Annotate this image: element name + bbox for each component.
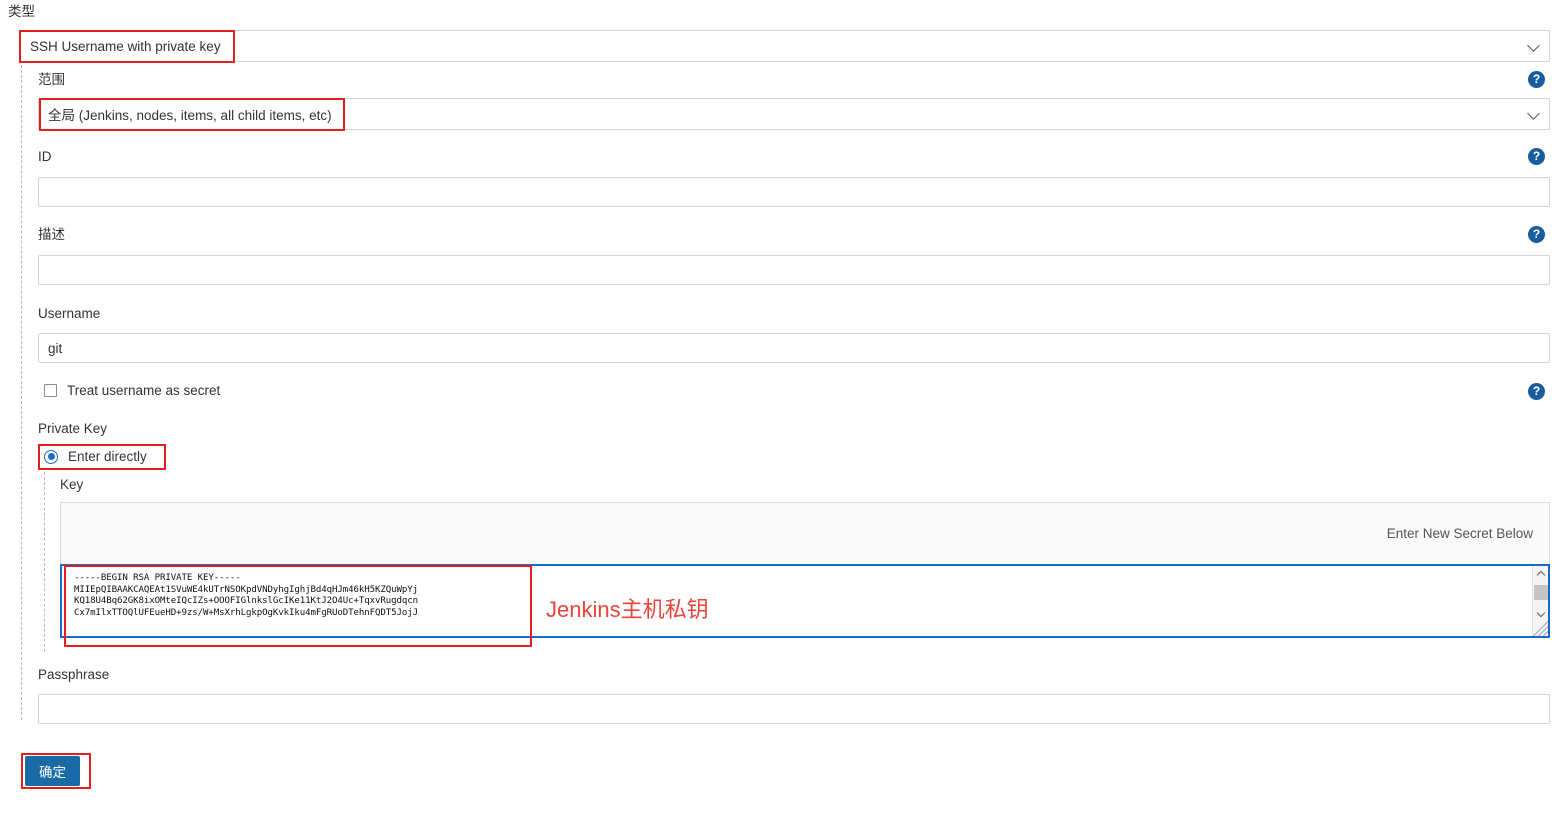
username-label: Username	[38, 306, 101, 321]
key-label: Key	[60, 477, 84, 492]
scope-value-primary: 全局	[48, 108, 75, 123]
scope-select[interactable]: 全局 (Jenkins, nodes, items, all child ite…	[38, 98, 1550, 130]
scope-value: 全局 (Jenkins, nodes, items, all child ite…	[48, 104, 332, 124]
username-input[interactable]	[38, 333, 1550, 363]
enter-directly-radio[interactable]	[44, 449, 58, 464]
scope-help-icon[interactable]: ?	[1528, 71, 1545, 88]
treat-username-as-secret-checkbox[interactable]	[44, 384, 57, 397]
passphrase-label: Passphrase	[38, 667, 110, 682]
id-input[interactable]	[38, 177, 1550, 207]
id-help-icon[interactable]: ?	[1528, 148, 1545, 165]
description-help-icon[interactable]: ?	[1528, 226, 1545, 243]
private-key-label: Private Key	[38, 421, 108, 436]
credential-type-select[interactable]: SSH Username with private key	[20, 30, 1550, 62]
guide-rail-outer	[21, 60, 22, 720]
passphrase-input[interactable]	[38, 694, 1550, 724]
scrollbar-thumb[interactable]	[1534, 585, 1548, 600]
credential-type-value: SSH Username with private key	[30, 38, 221, 54]
enter-directly-label: Enter directly	[68, 449, 147, 464]
treat-secret-help-icon[interactable]: ?	[1528, 383, 1545, 400]
scroll-down-icon[interactable]	[1533, 606, 1548, 622]
private-key-text: -----BEGIN RSA PRIVATE KEY----- MIIEpQIB…	[74, 573, 418, 619]
private-key-annotation-text: Jenkins主机私钥	[546, 597, 709, 622]
radio-selected-dot	[47, 453, 55, 460]
description-input[interactable]	[38, 255, 1550, 285]
type-label: 类型	[8, 4, 35, 19]
credentials-form-page: 类型 SSH Username with private key 范围 ? 全局…	[0, 0, 1564, 835]
treat-username-as-secret-label: Treat username as secret	[67, 383, 221, 398]
chevron-down-icon	[1527, 39, 1540, 52]
id-label: ID	[38, 149, 52, 164]
private-key-textarea[interactable]: -----BEGIN RSA PRIVATE KEY----- MIIEpQIB…	[60, 564, 1550, 638]
chevron-down-icon	[1527, 107, 1540, 120]
enter-new-secret-hint: Enter New Secret Below	[1386, 526, 1533, 541]
secret-hint-bar: Enter New Secret Below	[60, 502, 1550, 564]
textarea-scrollbar[interactable]	[1532, 566, 1548, 636]
submit-button[interactable]: 确定	[25, 756, 80, 786]
scope-label: 范围	[38, 72, 65, 87]
resize-grip-icon[interactable]	[1533, 621, 1548, 636]
scope-value-secondary: (Jenkins, nodes, items, all child items,…	[75, 108, 332, 123]
description-label: 描述	[38, 227, 65, 242]
guide-rail-inner	[44, 472, 45, 652]
scroll-up-icon[interactable]	[1533, 566, 1548, 582]
